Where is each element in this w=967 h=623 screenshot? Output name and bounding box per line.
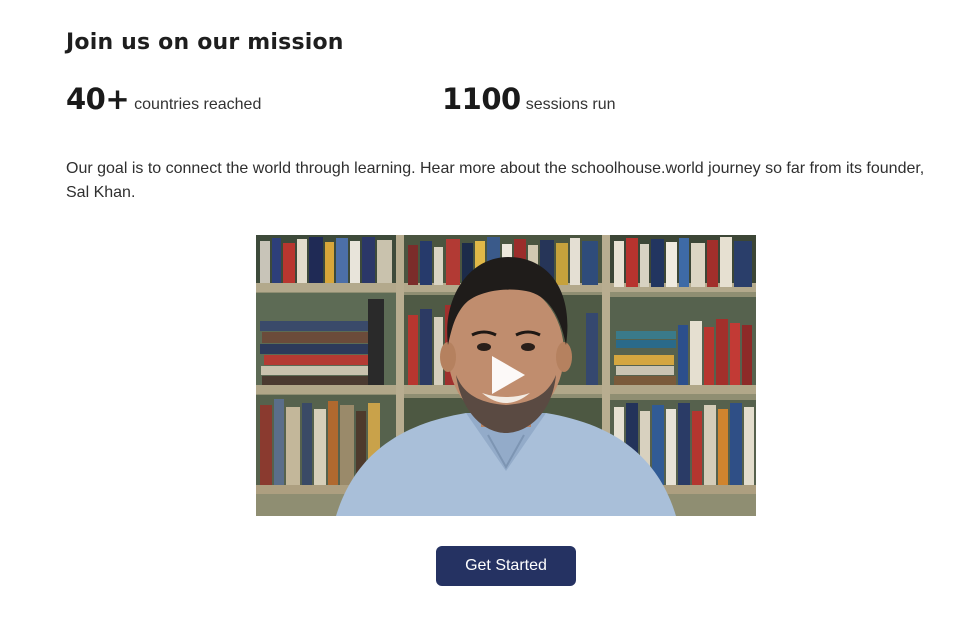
mission-description: Our goal is to connect the world through… bbox=[66, 160, 925, 201]
stat-value: 1100 bbox=[442, 82, 521, 116]
stats-row: 40+ countries reached 1100 sessions run bbox=[66, 82, 926, 122]
stat-value: 40+ bbox=[66, 82, 130, 116]
stat-countries: 40+ countries reached bbox=[66, 82, 261, 116]
stat-label: sessions run bbox=[525, 96, 616, 113]
play-icon[interactable] bbox=[485, 353, 529, 397]
stat-label: countries reached bbox=[134, 96, 262, 113]
stat-sessions: 1100 sessions run bbox=[442, 82, 616, 116]
mission-section: Join us on our mission 40+ countries rea… bbox=[0, 0, 967, 623]
section-heading: Join us on our mission bbox=[66, 30, 344, 55]
video-player[interactable] bbox=[256, 235, 756, 516]
get-started-button[interactable]: Get Started bbox=[436, 546, 576, 586]
